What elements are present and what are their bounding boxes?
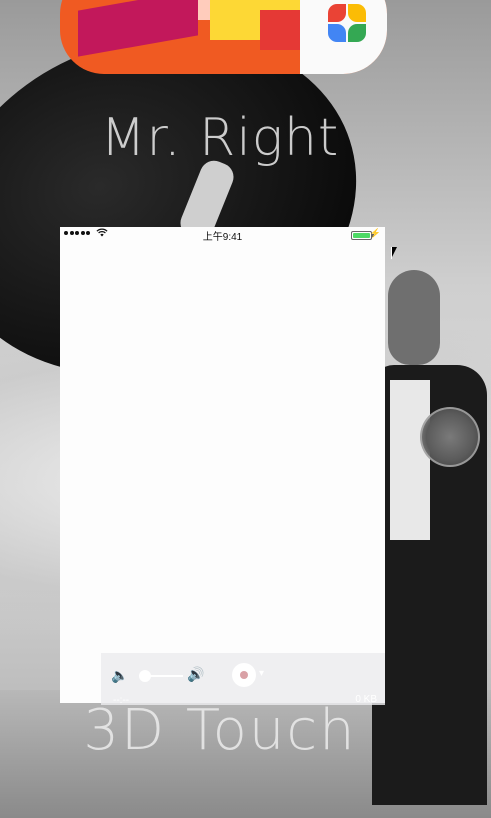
petal <box>328 4 346 22</box>
recording-elapsed-time: --:-- <box>113 695 130 706</box>
person-shirt <box>390 380 430 540</box>
speaker-high-icon[interactable]: 🔊 <box>187 666 204 683</box>
background-title-top: Mr. Right <box>100 108 340 168</box>
assistive-touch-icon[interactable] <box>420 407 480 467</box>
recording-file-size: 0 KB <box>355 694 377 705</box>
person-head <box>388 270 440 365</box>
speaker-low-icon[interactable]: 🔈 <box>111 667 128 684</box>
record-button[interactable] <box>232 663 256 687</box>
petal <box>348 24 366 42</box>
petal <box>348 4 366 22</box>
chevron-down-icon[interactable]: ▾ <box>259 668 264 679</box>
screen: Mr. Right 3D Touch 上午9:41 ⚡ 🔈 🔊 ▾ --:-- … <box>0 0 491 818</box>
mouse-cursor-icon <box>391 247 397 259</box>
status-bar: 上午9:41 ⚡ <box>60 227 385 243</box>
charging-bolt-icon: ⚡ <box>369 228 381 238</box>
icon-block <box>78 0 198 57</box>
phone-screen-preview[interactable]: 上午9:41 ⚡ <box>60 227 385 703</box>
petal <box>328 24 346 42</box>
pinwheel-icon <box>300 0 387 74</box>
volume-slider-knob[interactable] <box>139 670 152 682</box>
background-title-bottom: 3D Touch <box>83 698 357 763</box>
app-icon-banner <box>60 0 387 74</box>
status-time: 上午9:41 <box>202 232 243 243</box>
screen-recorder-bar: 🔈 🔊 ▾ --:-- 0 KB <box>101 653 385 706</box>
